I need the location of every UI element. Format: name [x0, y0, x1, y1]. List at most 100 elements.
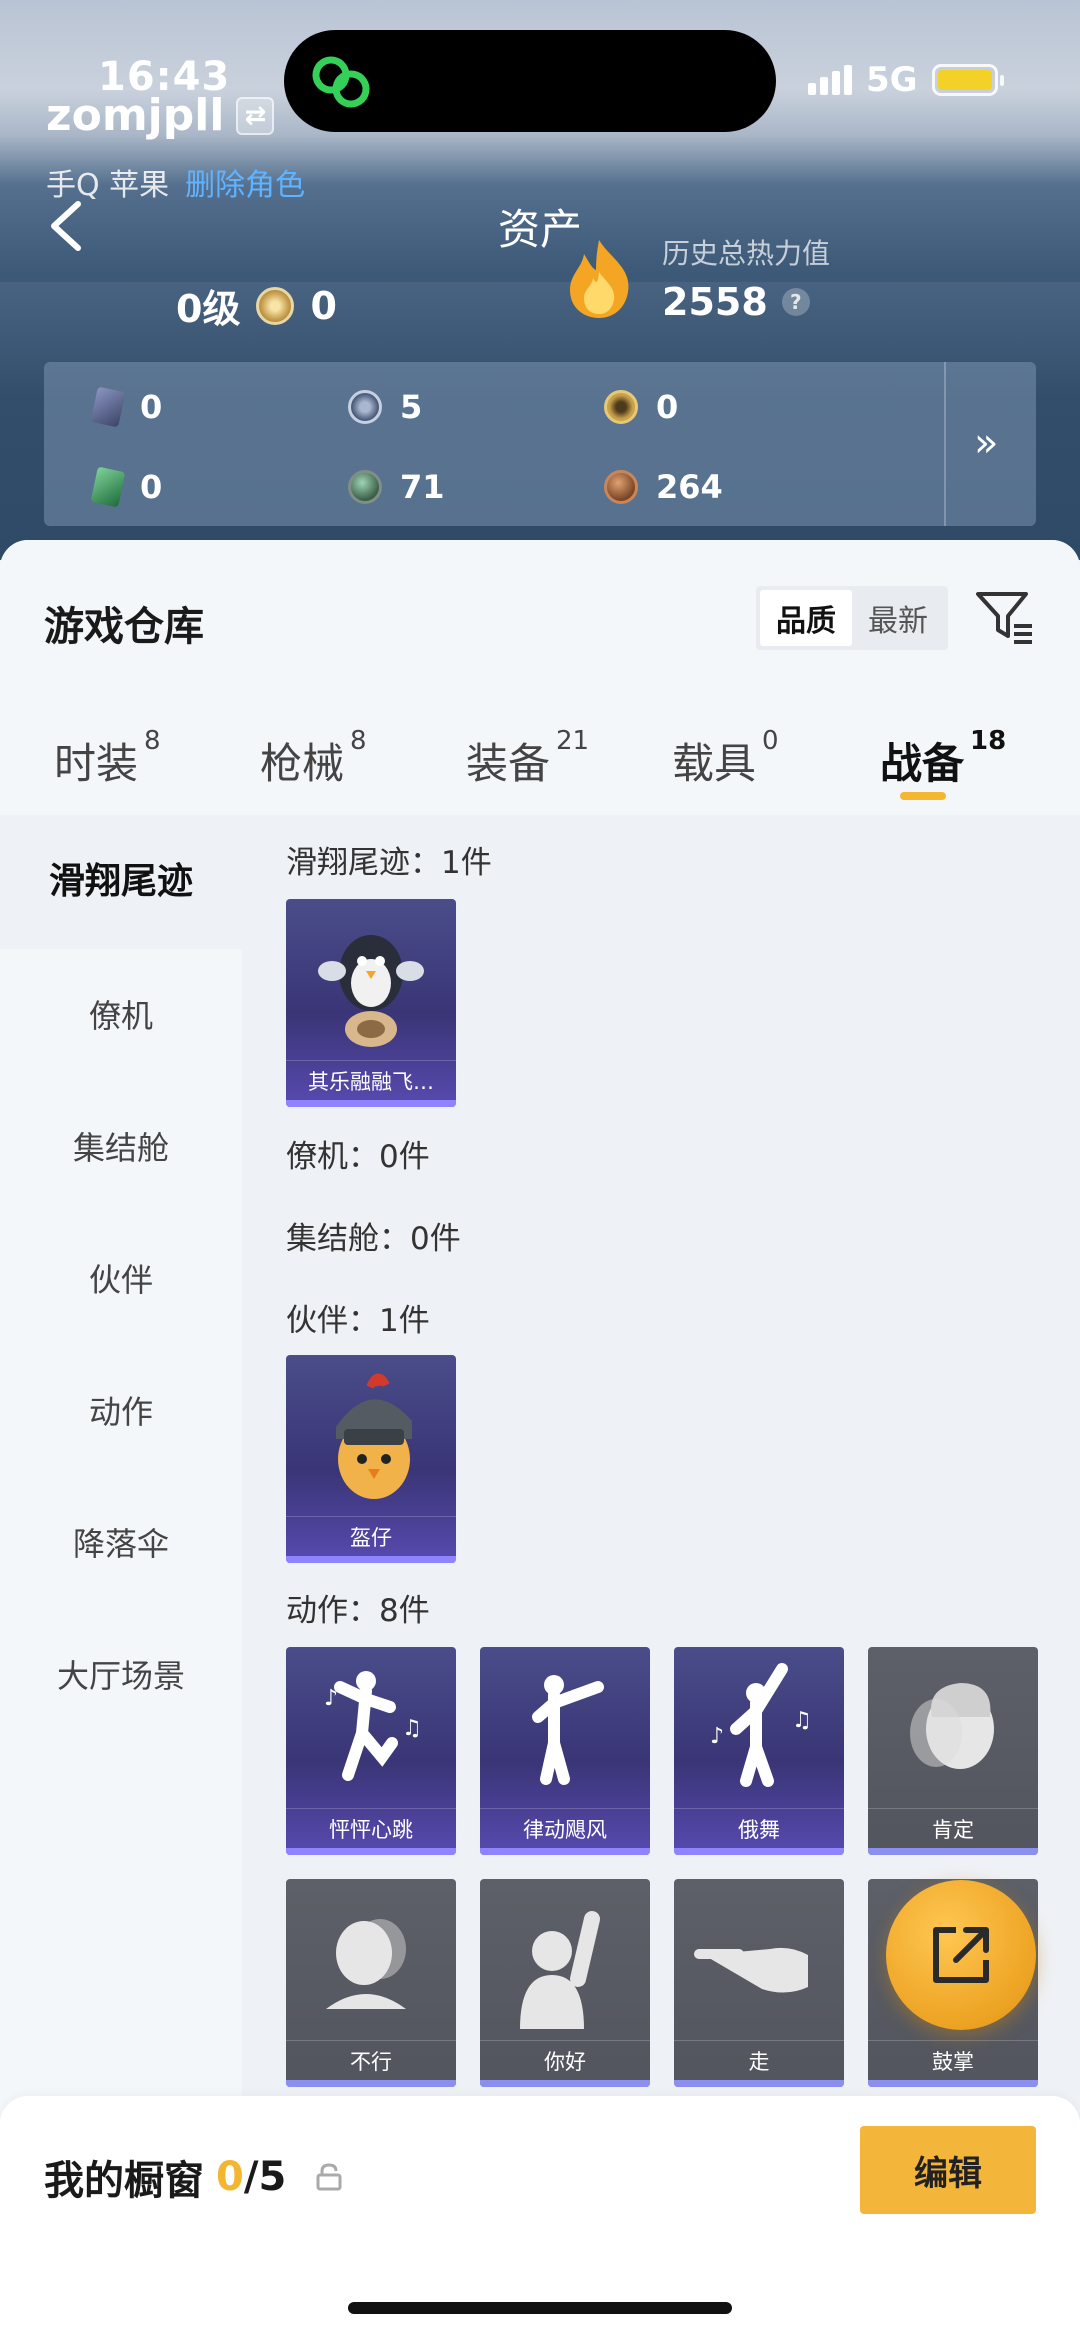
s-coin-icon: [348, 390, 382, 424]
edit-button[interactable]: 编辑: [860, 2126, 1036, 2214]
item-tile[interactable]: 律动飓风: [480, 1647, 650, 1855]
share-button[interactable]: [886, 1880, 1036, 2030]
item-name: 不行: [286, 2040, 456, 2080]
dancer-icon: [532, 1675, 604, 1785]
section-action: 动作：8件: [286, 1593, 430, 1629]
active-tab-indicator: [900, 792, 946, 800]
chick-helmet-icon: [336, 1373, 412, 1499]
sidebar-item-wingman[interactable]: 僚机: [0, 991, 242, 1037]
sidebar-item-action[interactable]: 动作: [0, 1387, 242, 1433]
item-tile[interactable]: 你好: [480, 1879, 650, 2087]
heat-value: 2558 ?: [662, 280, 810, 324]
currency-item: 264: [604, 468, 723, 506]
help-icon[interactable]: ?: [781, 288, 810, 316]
sort-quality[interactable]: 品质: [760, 590, 852, 646]
divider: [944, 362, 946, 526]
showcase-info: 我的橱窗 0 /5: [44, 2148, 342, 2206]
level-info: 0级 0: [176, 278, 337, 333]
item-name: 律动飓风: [480, 1808, 650, 1848]
svg-text:♫: ♫: [792, 1708, 812, 1733]
level-text: 0级: [176, 287, 241, 331]
heat-number: 2558: [662, 280, 768, 324]
bronze-coin-icon: [604, 470, 638, 504]
tab-vehicles[interactable]: 载具 0: [672, 726, 779, 791]
item-name: 其乐融融飞…: [286, 1060, 456, 1100]
link-icon: [312, 56, 370, 108]
currency-item: 71: [348, 468, 445, 506]
status-indicators: 5G: [808, 60, 1004, 100]
item-tile[interactable]: 其乐融融飞…: [286, 899, 456, 1107]
lock-icon: [316, 2163, 342, 2191]
svg-text:♪: ♪: [324, 1686, 338, 1711]
item-tile[interactable]: 不行: [286, 1879, 456, 2087]
item-tile[interactable]: ♪ ♫ 怦怦心跳: [286, 1647, 456, 1855]
item-tile[interactable]: 走: [674, 1879, 844, 2087]
nod-head-icon: [910, 1683, 994, 1769]
item-tile[interactable]: 盔仔: [286, 1355, 456, 1563]
external-link-icon: [933, 1927, 989, 1983]
sort-newest[interactable]: 最新: [852, 590, 944, 646]
item-name: 俄舞: [674, 1808, 844, 1848]
shake-head-icon: [326, 1919, 406, 2009]
tab-guns[interactable]: 枪械 8: [260, 726, 367, 791]
item-name: 盔仔: [286, 1516, 456, 1556]
dancer-icon: ♪♫: [324, 1671, 422, 1781]
sidebar-item-partner[interactable]: 伙伴: [0, 1255, 242, 1301]
currency-item: 0: [604, 388, 678, 426]
tab-gear[interactable]: 战备 18: [880, 726, 1006, 791]
currency-item: 5: [348, 388, 422, 426]
currency-item: 0: [90, 386, 162, 428]
dynamic-island: [284, 30, 776, 132]
svg-text:♫: ♫: [402, 1716, 422, 1741]
section-gather-pod: 集结舱：0件: [286, 1221, 461, 1257]
card-icon: [90, 386, 126, 428]
sidebar-item-lobby-scene[interactable]: 大厅场景: [0, 1651, 242, 1697]
gold-coin-icon: [604, 390, 638, 424]
showcase-count: 0: [216, 2154, 244, 2200]
sidebar-item-glide-trail[interactable]: 滑翔尾迹: [0, 815, 242, 949]
username[interactable]: zomjpll ⇄: [46, 90, 275, 141]
network-label: 5G: [866, 60, 918, 100]
item-tile[interactable]: 肯定: [868, 1647, 1038, 1855]
tab-fashion[interactable]: 时装 8: [54, 726, 161, 791]
home-indicator[interactable]: [348, 2302, 732, 2314]
filter-icon[interactable]: [974, 588, 1034, 646]
section-partner: 伙伴：1件: [286, 1303, 430, 1339]
svg-text:♪: ♪: [710, 1724, 724, 1749]
heat-label: 历史总热力值: [662, 237, 831, 270]
item-tile[interactable]: ♪ ♫ 俄舞: [674, 1647, 844, 1855]
expand-arrows-icon[interactable]: »: [974, 420, 998, 466]
penguin-icon: [318, 935, 424, 1047]
item-name: 走: [674, 2040, 844, 2080]
showcase-label: 我的橱窗: [44, 2158, 204, 2204]
medal-count: 0: [310, 283, 337, 328]
showcase-total: /5: [243, 2154, 287, 2200]
orb-icon: [348, 470, 382, 504]
sidebar-item-parachute[interactable]: 降落伞: [0, 1519, 242, 1565]
signal-icon: [808, 65, 852, 95]
item-name: 肯定: [868, 1808, 1038, 1848]
warehouse-title: 游戏仓库: [44, 604, 204, 650]
dancer-icon: ♪♫: [710, 1663, 812, 1787]
warehouse-panel: 游戏仓库 品质 最新 时装 8 枪械 8 装备 21 载具 0 战备 18 滑翔尾迹 僚机…: [0, 540, 1080, 2341]
page-title: 资产: [497, 205, 582, 254]
tab-equipment[interactable]: 装备 21: [466, 726, 589, 791]
section-glide-trail: 滑翔尾迹：1件: [286, 845, 492, 881]
item-name: 你好: [480, 2040, 650, 2080]
warehouse-header: 游戏仓库 品质 最新 时装 8 枪械 8 装备 21 载具 0 战备 18: [0, 540, 1080, 815]
username-text: zomjpll: [46, 90, 225, 141]
sort-toggle: 品质 最新: [756, 586, 948, 650]
currency-panel: 0 5 0 0 71 264 »: [44, 362, 1036, 526]
item-name: 鼓掌: [868, 2040, 1038, 2080]
battery-icon: [931, 64, 1004, 96]
currency-item: 0: [90, 466, 162, 508]
section-wingman: 僚机：0件: [286, 1139, 430, 1175]
green-card-icon: [90, 466, 126, 508]
item-name: 怦怦心跳: [286, 1808, 456, 1848]
wave-hand-icon: [520, 1911, 600, 2029]
switch-account-icon[interactable]: ⇄: [236, 96, 275, 135]
medal-icon: [256, 286, 295, 325]
sidebar-item-gather-pod[interactable]: 集结舱: [0, 1123, 242, 1169]
flame-icon: [570, 240, 629, 318]
point-hand-icon: [694, 1947, 808, 1993]
